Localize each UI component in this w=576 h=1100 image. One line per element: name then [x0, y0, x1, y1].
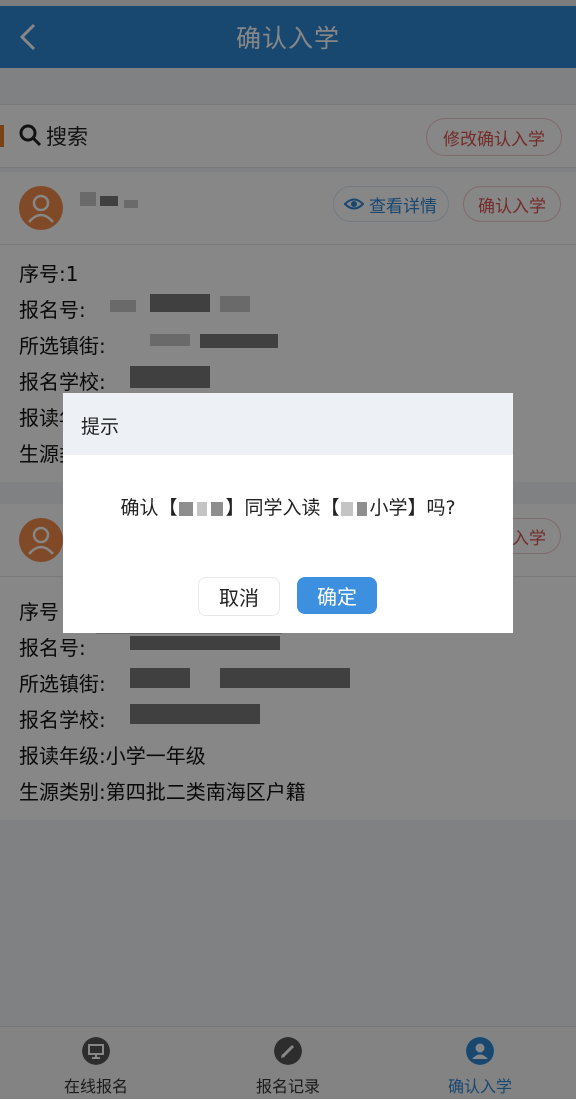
message-part: 小学】吗? — [369, 497, 456, 519]
dialog-title: 提示 — [81, 416, 120, 438]
redacted-student-name — [179, 501, 194, 516]
dialog-header: 提示 — [63, 393, 513, 455]
message-part: 确认【 — [120, 497, 178, 519]
redacted-student-name — [197, 501, 208, 516]
ok-label: 确定 — [317, 585, 357, 609]
message-part: 】同学入读【 — [225, 497, 340, 519]
redacted-student-name — [211, 501, 224, 516]
redacted-school-name — [341, 501, 354, 516]
ok-button[interactable]: 确定 — [297, 577, 377, 614]
cancel-button[interactable]: 取消 — [198, 577, 280, 616]
redacted-school-name — [357, 501, 368, 516]
confirm-dialog: 提示 确认【 】同学入读【 小学】吗? 取消 确定 — [63, 393, 513, 633]
cancel-label: 取消 — [219, 586, 259, 610]
dialog-message: 确认【 】同学入读【 小学】吗? — [63, 493, 513, 520]
